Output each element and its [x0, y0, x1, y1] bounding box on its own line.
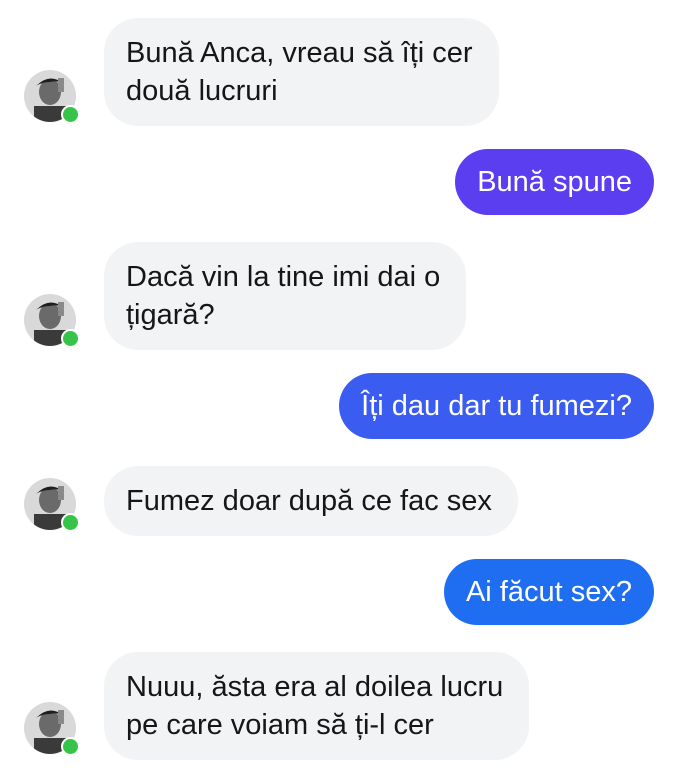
contact-avatar[interactable]: [24, 294, 80, 348]
incoming-message-bubble[interactable]: Fumez doar după ce fac sex: [104, 466, 518, 536]
incoming-message-bubble[interactable]: Nuuu, ăsta era al doilea lucru pe care v…: [104, 652, 530, 760]
contact-avatar[interactable]: [24, 70, 80, 124]
message-text-line: Bună Anca, vreau să îți cer: [126, 37, 473, 69]
online-status-dot: [61, 329, 80, 348]
message-text-line: țigară?: [126, 299, 215, 331]
contact-avatar[interactable]: [24, 702, 80, 756]
message-text-line: Dacă vin la tine imi dai o: [126, 261, 441, 293]
outgoing-message-bubble[interactable]: Ai făcut sex?: [443, 559, 654, 625]
outgoing-message-bubble[interactable]: Bună spune: [455, 149, 654, 215]
incoming-message-bubble[interactable]: Bună Anca, vreau să îți cer două lucruri: [104, 18, 499, 126]
message-text-line: Nuuu, ăsta era al doilea lucru: [126, 671, 504, 703]
chat-thread: Bună Anca, vreau să îți cer două lucruri…: [0, 0, 700, 780]
online-status-dot: [61, 513, 80, 532]
incoming-message-bubble[interactable]: Dacă vin la tine imi dai o țigară?: [104, 242, 467, 350]
online-status-dot: [61, 105, 80, 124]
message-text-line: două lucruri: [126, 75, 278, 107]
message-text-line: Fumez doar după ce fac sex: [126, 485, 492, 517]
online-status-dot: [61, 737, 80, 756]
outgoing-message-bubble[interactable]: Îți dau dar tu fumezi?: [339, 373, 654, 439]
message-text-line: pe care voiam să ți-l cer: [126, 709, 434, 741]
message-text: Bună spune: [477, 166, 632, 198]
message-text: Îți dau dar tu fumezi?: [361, 390, 632, 422]
message-text: Ai făcut sex?: [465, 576, 632, 608]
contact-avatar[interactable]: [24, 478, 80, 532]
